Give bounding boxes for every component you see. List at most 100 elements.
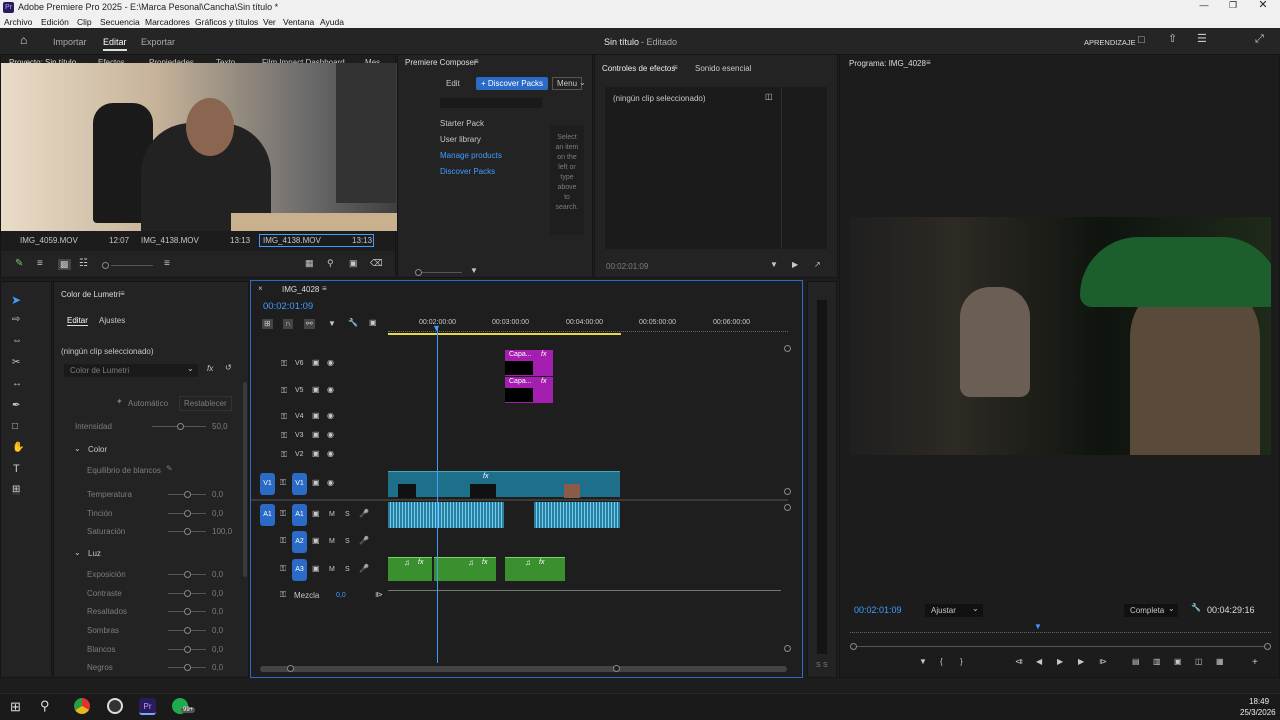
close-icon[interactable]: ×	[258, 285, 263, 293]
microphone-icon[interactable]: 🎤	[359, 565, 369, 573]
icon-view-icon[interactable]: ▩	[58, 259, 71, 270]
composer-item[interactable]: Starter Pack	[440, 119, 484, 128]
windows-start-icon[interactable]: ⊞	[10, 700, 21, 713]
zoom-end-knob[interactable]	[1264, 643, 1271, 650]
eye-icon[interactable]: ◉	[327, 431, 334, 439]
find-icon[interactable]: ⚲	[327, 259, 334, 268]
tab-controles-efectos[interactable]: Controles de efectos	[602, 64, 675, 73]
meter-label[interactable]: S	[816, 662, 821, 669]
caption-tool-icon[interactable]: ⊞	[12, 485, 21, 495]
mark-out-icon[interactable]: }	[960, 658, 963, 666]
audio-clip-a3[interactable]: ♫ fx	[388, 557, 432, 581]
manage-products-link[interactable]: Manage products	[440, 151, 502, 160]
audio-clip-a1[interactable]	[388, 502, 504, 528]
eye-icon[interactable]: ◉	[327, 450, 334, 458]
tab-importar[interactable]: Importar	[53, 37, 87, 47]
solo-button[interactable]: S	[345, 566, 350, 573]
clock-date[interactable]: 25/3/2026	[1240, 708, 1276, 717]
clip-name[interactable]: IMG_4059.MOV	[20, 236, 78, 245]
search-icon[interactable]: ⚲	[40, 699, 50, 712]
lumetri-tab-editar[interactable]: Editar	[67, 316, 88, 326]
premiere-taskbar-icon[interactable]: Pr	[139, 698, 156, 715]
composer-slider-knob[interactable]	[415, 269, 422, 276]
track-scroll-mid[interactable]	[784, 504, 791, 511]
exposure-knob[interactable]	[184, 571, 191, 578]
blacks-knob[interactable]	[184, 664, 191, 671]
play-icon[interactable]: ▶	[1057, 658, 1063, 666]
panel-icon[interactable]: □	[1138, 35, 1145, 46]
toggle-sync-icon[interactable]: ▣	[312, 359, 320, 367]
mute-button[interactable]: M	[329, 538, 335, 545]
rectangle-icon[interactable]: □	[12, 422, 18, 432]
eyedropper-icon[interactable]: ✎	[166, 465, 173, 473]
track-label[interactable]: V3	[295, 432, 304, 439]
track-target-a3[interactable]: A3	[292, 559, 307, 581]
tab-editar[interactable]: Editar	[103, 37, 127, 51]
nest-icon[interactable]: ⊞	[262, 319, 273, 329]
composer-slider[interactable]	[422, 272, 462, 273]
track-target-a1[interactable]: A1	[292, 504, 307, 526]
sort-icon[interactable]: ≡	[164, 259, 170, 269]
temperature-knob[interactable]	[184, 491, 191, 498]
new-bin-icon[interactable]: ▣	[349, 259, 358, 268]
audio-clip-a3[interactable]: ♫ fx	[434, 557, 496, 581]
linked-selection-icon[interactable]: ⚯	[304, 319, 315, 329]
light-section[interactable]: Luz	[88, 549, 101, 558]
clock-time[interactable]: 18:49	[1249, 697, 1269, 706]
graphic-clip[interactable]: Capa... fx	[505, 350, 553, 376]
playhead-icon[interactable]: ▼	[432, 324, 441, 333]
mute-button[interactable]: M	[329, 566, 335, 573]
add-marker-icon[interactable]: ▼	[328, 320, 336, 328]
program-zoom-bar[interactable]	[857, 646, 1265, 647]
composer-search[interactable]	[440, 98, 542, 108]
fx-icon[interactable]: fx	[207, 365, 213, 373]
play-only-icon[interactable]: ▶	[792, 261, 798, 269]
extract-icon[interactable]: ▥	[1153, 658, 1161, 666]
chrome-icon[interactable]	[74, 698, 90, 714]
menu-marcadores[interactable]: Marcadores	[145, 17, 190, 27]
eye-icon[interactable]: ◉	[327, 412, 334, 420]
lock-icon[interactable]: ⚿	[281, 387, 287, 395]
playhead-line[interactable]	[437, 327, 438, 663]
lumetri-tab-ajustes[interactable]: Ajustes	[99, 316, 125, 325]
add-button-icon[interactable]: +	[1252, 658, 1258, 668]
track-scroll-bottom[interactable]	[784, 645, 791, 652]
solo-button[interactable]: S	[345, 538, 350, 545]
program-ruler[interactable]	[850, 627, 1271, 633]
program-timecode[interactable]: 00:02:01:09	[854, 605, 902, 615]
track-scroll-mid[interactable]	[784, 488, 791, 495]
menu-archivo[interactable]: Archivo	[4, 17, 32, 27]
captions-icon[interactable]: ▣	[369, 319, 377, 327]
source-patch-v1[interactable]: V1	[260, 473, 275, 495]
zoom-slider[interactable]	[111, 265, 153, 266]
slip-icon[interactable]: ↔	[12, 379, 22, 389]
composer-item[interactable]: User library	[440, 135, 481, 144]
toggle-sync-icon[interactable]: ▣	[312, 537, 320, 545]
menu-lines-icon[interactable]: ≡	[673, 64, 678, 72]
close-icon[interactable]: ✕	[1255, 0, 1271, 11]
tab-sonido-esencial[interactable]: Sonido esencial	[695, 64, 751, 73]
lumetri-dropdown[interactable]: Color de Lumetri	[64, 364, 198, 377]
freeform-view-icon[interactable]: ☷	[79, 259, 88, 269]
contrast-knob[interactable]	[184, 590, 191, 597]
source-patch-a1[interactable]: A1	[260, 504, 275, 526]
home-icon[interactable]: ⌂	[20, 34, 27, 46]
menu-ventana[interactable]: Ventana	[283, 17, 314, 27]
compare-icon[interactable]: ◫	[1195, 658, 1203, 666]
color-section[interactable]: Color	[88, 445, 107, 454]
toggle-sync-icon[interactable]: ▣	[312, 386, 320, 394]
microphone-icon[interactable]: 🎤	[359, 537, 369, 545]
razor-icon[interactable]: ✂	[12, 358, 20, 368]
timeline-timecode[interactable]: 00:02:01:09	[263, 301, 313, 312]
zoom-start-knob[interactable]	[850, 643, 857, 650]
minimize-icon[interactable]: —	[1196, 1, 1212, 10]
zoom-start-knob[interactable]	[287, 665, 294, 672]
toggle-sync-icon[interactable]: ▣	[312, 412, 320, 420]
mute-button[interactable]: M	[329, 511, 335, 518]
step-back-icon[interactable]: ◀	[1036, 658, 1042, 666]
toggle-sync-icon[interactable]: ▣	[312, 510, 320, 518]
list-view-icon[interactable]: ≡	[37, 259, 43, 269]
lock-icon[interactable]: ⚿	[280, 537, 286, 545]
lock-icon[interactable]: ⚿	[281, 451, 287, 459]
maximize-icon[interactable]: ❐	[1225, 1, 1241, 10]
